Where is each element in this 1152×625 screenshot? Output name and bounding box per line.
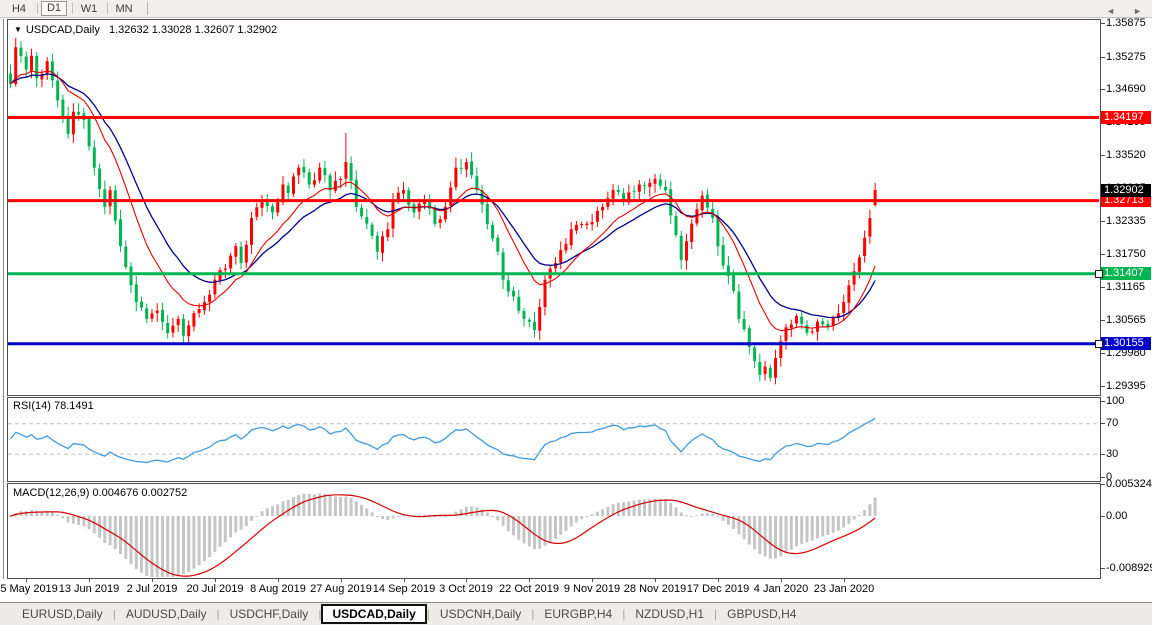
price-tick-label: 1.30565 bbox=[1106, 314, 1146, 326]
tab-scroll-arrows: ◄ ► bbox=[1106, 6, 1142, 16]
rsi-tick bbox=[1101, 423, 1105, 424]
chart-tab-eurgbp-h4[interactable]: EURGBP,H4 bbox=[534, 605, 622, 623]
date-label: 2 Jul 2019 bbox=[127, 583, 178, 595]
toolbar-button-separator bbox=[72, 3, 73, 14]
price-tick bbox=[1101, 89, 1105, 90]
macd-tick bbox=[1101, 568, 1105, 569]
date-label: 4 Jan 2020 bbox=[754, 583, 808, 595]
price-tick-label: 1.29395 bbox=[1106, 380, 1146, 392]
timeframe-button-h4[interactable]: H4 bbox=[6, 1, 32, 16]
rsi-tick-label: 100 bbox=[1106, 395, 1124, 407]
chart-tab-eurusd-daily[interactable]: EURUSD,Daily bbox=[12, 605, 113, 623]
price-tick-label: 1.35875 bbox=[1106, 17, 1146, 29]
tab-scroll-right-icon[interactable]: ► bbox=[1133, 6, 1142, 16]
price-tick bbox=[1101, 23, 1105, 24]
chart-tab-audusd-daily[interactable]: AUDUSD,Daily bbox=[116, 605, 217, 623]
date-label: 22 Oct 2019 bbox=[499, 583, 559, 595]
symbol-dropdown-icon[interactable]: ▼ bbox=[14, 25, 22, 34]
chart-tabs: EURUSD,Daily|AUDUSD,Daily|USDCHF,Daily|U… bbox=[12, 604, 806, 624]
chart-tab-usdchf-daily[interactable]: USDCHF,Daily bbox=[220, 605, 319, 623]
price-tick bbox=[1101, 57, 1105, 58]
date-tick bbox=[215, 578, 216, 582]
date-label: 3 Oct 2019 bbox=[439, 583, 493, 595]
price-tick bbox=[1101, 386, 1105, 387]
price-tick-label: 1.31750 bbox=[1106, 248, 1146, 260]
macd-indicator-label: MACD(12,26,9) 0.004676 0.002752 bbox=[13, 487, 187, 499]
price-tick-label: 1.33520 bbox=[1106, 149, 1146, 161]
date-label: 28 Nov 2019 bbox=[624, 583, 686, 595]
chart-ohlc-readout: 1.32632 1.33028 1.32607 1.32902 bbox=[109, 24, 277, 36]
macd-tick-label: 0.005324 bbox=[1106, 478, 1152, 490]
date-tick bbox=[278, 578, 279, 582]
date-tick bbox=[26, 578, 27, 582]
timeframe-buttons: H4 D1 W1 MN bbox=[6, 1, 139, 16]
rsi-tick bbox=[1101, 454, 1105, 455]
date-label: 20 Jul 2019 bbox=[187, 583, 244, 595]
chart-tab-bar: EURUSD,Daily|AUDUSD,Daily|USDCHF,Daily|U… bbox=[0, 602, 1152, 625]
macd-tick bbox=[1101, 516, 1105, 517]
price-tick-label: 1.32335 bbox=[1106, 215, 1146, 227]
date-tick bbox=[466, 578, 467, 582]
timeframe-button-mn[interactable]: MN bbox=[111, 1, 137, 16]
window-left-edge bbox=[3, 19, 4, 579]
chart-tab-nzdusd-h1[interactable]: NZDUSD,H1 bbox=[625, 605, 714, 623]
date-tick bbox=[152, 578, 153, 582]
price-tick-label: 1.35275 bbox=[1106, 51, 1146, 63]
chart-symbol-period: USDCAD,Daily bbox=[26, 24, 100, 36]
price-tick bbox=[1101, 353, 1105, 354]
timeframe-toolbar: H4 D1 W1 MN bbox=[0, 0, 1152, 18]
level-price-badge: 1.34197 bbox=[1101, 111, 1151, 124]
macd-tick-label: 0.00 bbox=[1106, 510, 1127, 522]
date-label: 14 Sep 2019 bbox=[373, 583, 435, 595]
toolbar-button-separator bbox=[107, 3, 108, 14]
chart-tab-gbpusd-h4[interactable]: GBPUSD,H4 bbox=[717, 605, 806, 623]
rsi-tick-label: 30 bbox=[1106, 448, 1118, 460]
date-label: 17 Dec 2019 bbox=[687, 583, 749, 595]
price-tick bbox=[1101, 221, 1105, 222]
price-tick-label: 1.34690 bbox=[1106, 83, 1146, 95]
chart-tab-usdcad-daily[interactable]: USDCAD,Daily bbox=[321, 604, 426, 624]
date-label: 13 Jun 2019 bbox=[59, 583, 120, 595]
main-chart-pane[interactable] bbox=[7, 19, 1101, 396]
macd-tick bbox=[1101, 484, 1105, 485]
rsi-tick-label: 70 bbox=[1106, 417, 1118, 429]
date-label: 27 Aug 2019 bbox=[310, 583, 372, 595]
current-price-badge: 1.32902 bbox=[1101, 184, 1151, 197]
rsi-indicator-label: RSI(14) 78.1491 bbox=[13, 400, 94, 412]
date-label: 9 Nov 2019 bbox=[564, 583, 620, 595]
price-tick-label: 1.31165 bbox=[1106, 281, 1145, 293]
toolbar-button-separator bbox=[37, 3, 38, 14]
chart-title: ▼ USDCAD,Daily 1.32632 1.33028 1.32607 1.… bbox=[14, 24, 277, 36]
level-price-badge: 1.31407 bbox=[1101, 267, 1151, 280]
date-label: 8 Aug 2019 bbox=[250, 583, 306, 595]
date-tick bbox=[341, 578, 342, 582]
rsi-tick bbox=[1101, 401, 1105, 402]
rsi-pane[interactable] bbox=[7, 397, 1101, 482]
toolbar-separator bbox=[147, 2, 148, 15]
timeframe-button-d1[interactable]: D1 bbox=[41, 1, 67, 16]
date-tick bbox=[404, 578, 405, 582]
date-tick bbox=[781, 578, 782, 582]
date-tick bbox=[844, 578, 845, 582]
date-label: 23 Jan 2020 bbox=[814, 583, 875, 595]
price-tick bbox=[1101, 254, 1105, 255]
line-handle[interactable] bbox=[1095, 270, 1103, 278]
price-tick bbox=[1101, 155, 1105, 156]
date-tick bbox=[529, 578, 530, 582]
mt4-chart-window: H4 D1 W1 MN ▼ USDCAD,Daily 1.32632 1.33028 1… bbox=[0, 0, 1152, 625]
line-handle[interactable] bbox=[1095, 340, 1103, 348]
tab-scroll-left-icon[interactable]: ◄ bbox=[1106, 6, 1115, 16]
timeframe-button-w1[interactable]: W1 bbox=[76, 1, 102, 16]
price-tick bbox=[1101, 287, 1105, 288]
price-tick bbox=[1101, 320, 1105, 321]
rsi-tick bbox=[1101, 477, 1105, 478]
date-label: 25 May 2019 bbox=[0, 583, 58, 595]
date-tick bbox=[592, 578, 593, 582]
date-tick bbox=[655, 578, 656, 582]
chart-tab-usdcnh-daily[interactable]: USDCNH,Daily bbox=[430, 605, 531, 623]
date-tick bbox=[89, 578, 90, 582]
date-tick bbox=[718, 578, 719, 582]
macd-tick-label: -0.008929 bbox=[1106, 562, 1152, 574]
level-price-badge: 1.30155 bbox=[1101, 337, 1151, 350]
